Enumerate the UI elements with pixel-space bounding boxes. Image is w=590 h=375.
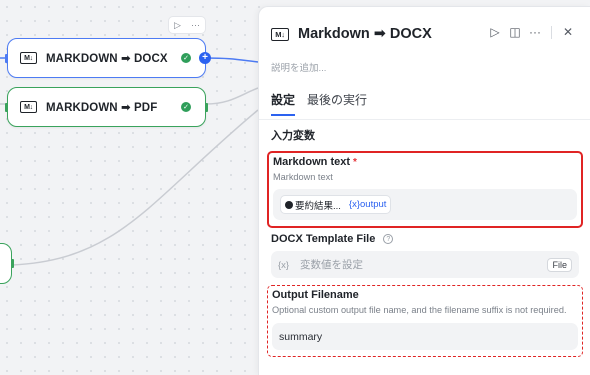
markdown-icon: M↓ <box>20 52 37 64</box>
field-label-text: Output Filename <box>272 289 359 301</box>
node-output-port[interactable] <box>11 259 14 268</box>
field-label: Output Filename <box>272 289 578 301</box>
section-title: 入力変数 <box>271 130 315 142</box>
run-node-icon[interactable]: ▷ <box>174 20 181 31</box>
field-label: Markdown text * <box>273 156 577 168</box>
node-title: MARKDOWN ➡ DOCX <box>46 53 168 65</box>
field-output-filename: Output Filename Optional custom output f… <box>267 285 583 358</box>
panel-tabs: 設定 最後の実行 <box>271 91 367 116</box>
edge-partial-out <box>11 109 259 266</box>
markdown-icon: M↓ <box>20 101 37 113</box>
description-input[interactable]: 説明を追加... <box>271 60 326 74</box>
node-title: MARKDOWN ➡ PDF <box>46 102 158 114</box>
divider <box>551 25 552 39</box>
variable-placeholder: 変数値を設定 <box>300 259 364 271</box>
variable-selector[interactable]: 要約結果... {x}output <box>273 189 577 221</box>
field-docx-template: DOCX Template File ? {x} 変数値を設定 File <box>267 233 583 278</box>
close-icon[interactable]: ✕ <box>558 25 578 39</box>
field-label-text: Markdown text <box>273 156 351 168</box>
edge-docx-out <box>205 57 259 63</box>
field-markdown-text: Markdown text * Markdown text 要約結果... {x… <box>267 151 583 229</box>
panel-title[interactable]: Markdown ➡ DOCX <box>298 26 432 42</box>
file-type-badge: File <box>547 257 572 272</box>
node-markdown-docx[interactable]: M↓ MARKDOWN ➡ DOCX ✓ + <box>5 38 211 78</box>
chip-source: 要約結果... <box>295 200 341 212</box>
node-input-port[interactable] <box>5 103 8 112</box>
success-check-icon: ✓ <box>181 102 191 112</box>
node-markdown-pdf[interactable]: M↓ MARKDOWN ➡ PDF ✓ <box>5 87 208 127</box>
field-hint: Optional custom output file name, and th… <box>272 305 567 315</box>
success-check-icon: ✓ <box>181 53 191 63</box>
node-partial-offscreen[interactable] <box>0 243 14 284</box>
edge-pdf-out <box>205 87 259 105</box>
node-settings-panel: M↓ Markdown ➡ DOCX ▷ ◫ ··· ✕ 説明を追加... 設定… <box>258 6 590 375</box>
chip-variable: {x}output <box>348 199 387 211</box>
node-output-port[interactable] <box>205 103 208 112</box>
node-input-port[interactable] <box>5 54 8 63</box>
split-view-icon[interactable]: ◫ <box>505 25 525 39</box>
tabs-divider <box>259 119 590 120</box>
variable-input[interactable]: {x} 変数値を設定 File <box>271 251 579 278</box>
panel-actions: ▷ ◫ ··· ✕ <box>485 25 578 39</box>
add-node-plus-icon[interactable]: + <box>199 52 211 64</box>
variable-chip[interactable]: 要約結果... {x}output <box>280 195 392 215</box>
output-filename-input[interactable]: summary <box>272 323 578 351</box>
help-icon[interactable]: ? <box>383 234 394 244</box>
input-value: summary <box>279 330 323 343</box>
variable-icon: {x} <box>278 260 290 271</box>
node-toolbar: ▷ ··· <box>168 16 206 34</box>
markdown-icon: M↓ <box>271 27 289 41</box>
run-icon[interactable]: ▷ <box>485 25 505 39</box>
panel-header: M↓ Markdown ➡ DOCX ▷ ◫ ··· ✕ <box>271 23 578 45</box>
more-options-icon[interactable]: ··· <box>525 25 545 39</box>
tab-last-run[interactable]: 最後の実行 <box>307 91 367 116</box>
field-hint: Markdown text <box>273 172 333 182</box>
more-options-icon[interactable]: ··· <box>191 20 200 30</box>
field-label-text: DOCX Template File <box>271 233 376 245</box>
llm-node-icon <box>285 200 293 209</box>
required-mark: * <box>353 156 357 168</box>
tab-settings[interactable]: 設定 <box>271 91 296 116</box>
field-label: DOCX Template File ? <box>271 233 579 245</box>
